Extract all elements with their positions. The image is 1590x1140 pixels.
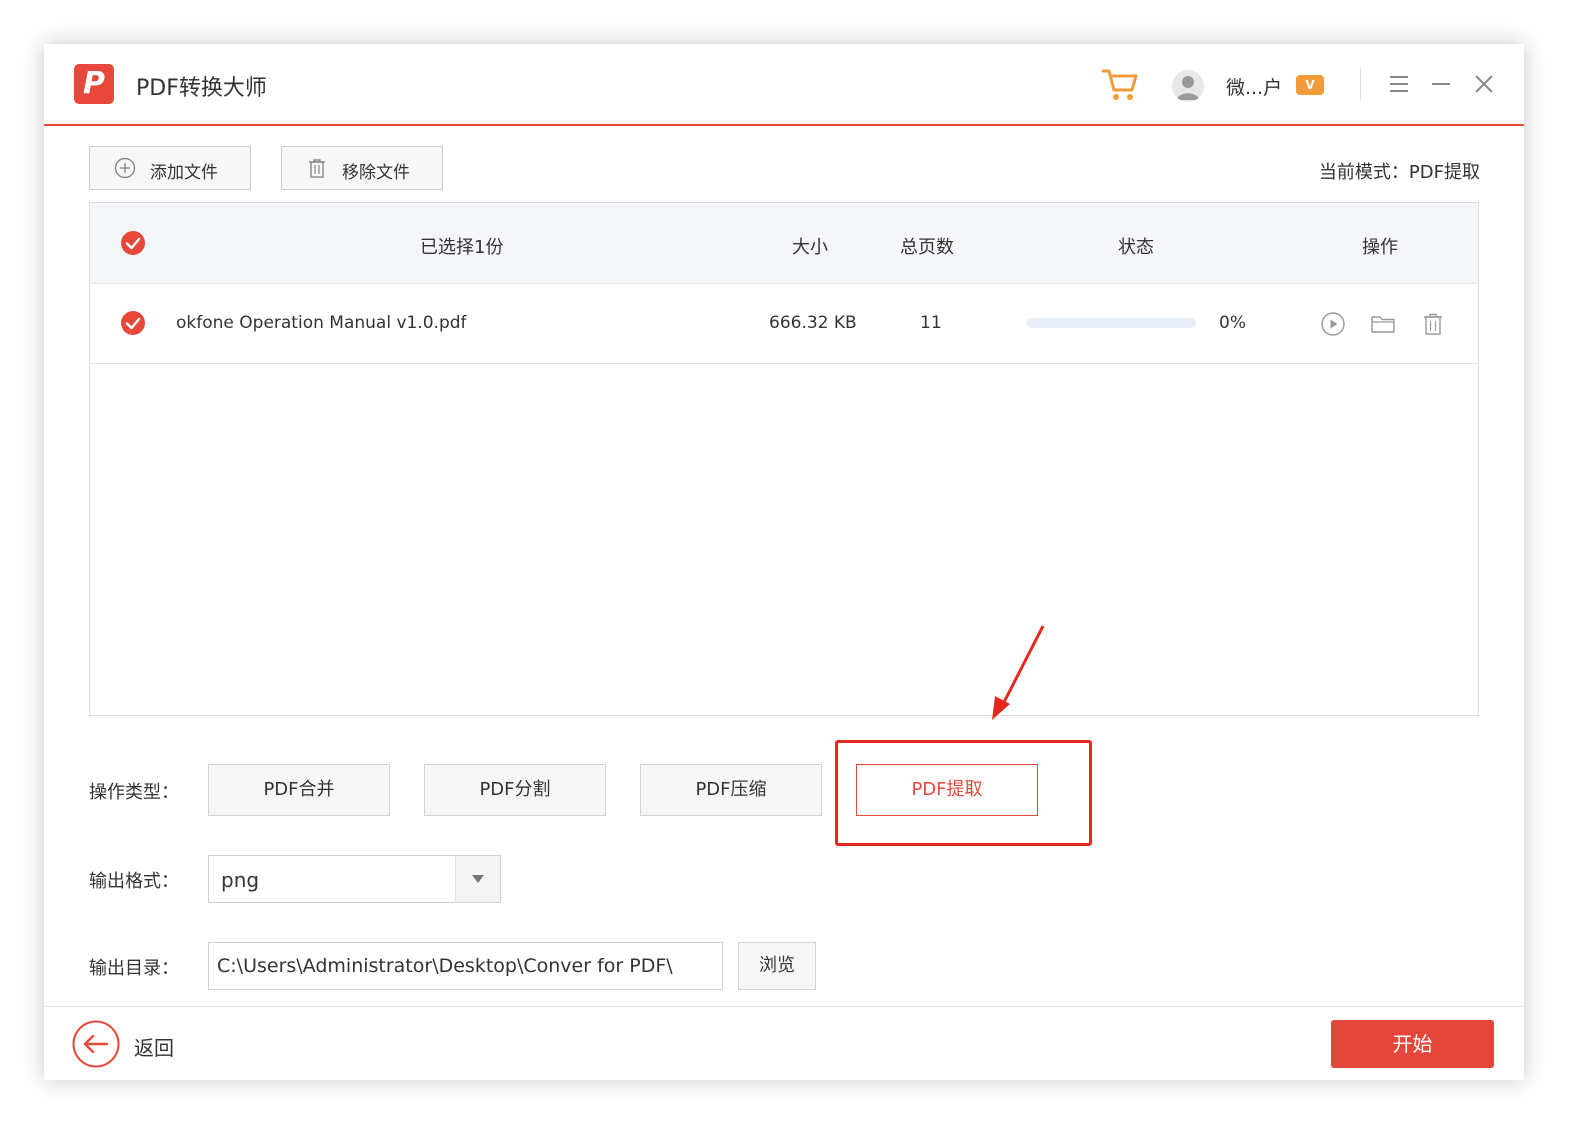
output-format-select[interactable]: png <box>208 855 501 903</box>
pdf-merge-button[interactable]: PDF合并 <box>208 764 390 816</box>
dropdown-arrow[interactable] <box>455 856 500 902</box>
start-button[interactable]: 开始 <box>1331 1020 1494 1068</box>
pdf-compress-button[interactable]: PDF压缩 <box>640 764 822 816</box>
annotation-highlight-box <box>835 740 1092 846</box>
back-button[interactable]: 返回 <box>134 1032 174 1061</box>
output-dir-label: 输出目录： <box>89 958 179 979</box>
annotation-arrow-icon <box>992 625 1045 720</box>
app-window: P PDF转换大师 微...户 V 添加文件 移除文件 当前模式：PDF提取 已… <box>44 44 1524 1080</box>
caret-down-icon <box>472 875 484 883</box>
footer-divider <box>44 1006 1524 1007</box>
operation-type-label: 操作类型： <box>89 782 179 803</box>
back-arrow-icon[interactable] <box>72 1020 120 1068</box>
browse-button[interactable]: 浏览 <box>738 942 816 990</box>
output-dir-field[interactable]: C:\Users\Administrator\Desktop\Conver fo… <box>208 942 723 990</box>
pdf-split-button[interactable]: PDF分割 <box>424 764 606 816</box>
output-format-label: 输出格式： <box>89 871 179 892</box>
output-format-value: png <box>221 868 260 892</box>
